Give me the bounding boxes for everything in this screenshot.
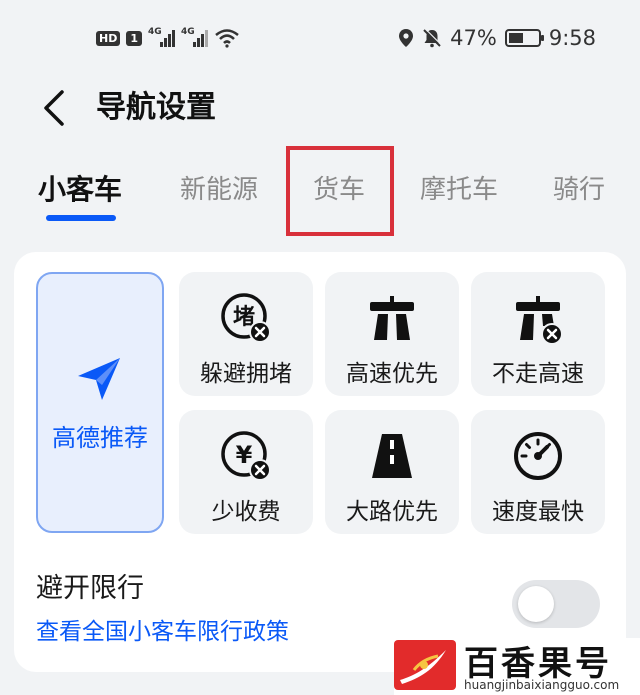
main-road-icon (372, 434, 412, 478)
network-type-label: 4G (148, 27, 162, 37)
option-label: 少收费 (211, 499, 281, 525)
option-label: 躲避拥堵 (200, 361, 292, 387)
avoid-restriction-toggle[interactable] (512, 580, 600, 628)
annotation-highlight-box (286, 146, 394, 236)
watermark-url: huangjinbaixiangguo.com (464, 678, 620, 692)
network-type-label: 4G (181, 27, 195, 37)
restriction-policy-link[interactable]: 查看全国小客车限行政策 (36, 612, 289, 646)
option-highway-first[interactable]: 高速优先 (325, 272, 459, 396)
option-label: 高德推荐 (52, 424, 148, 452)
signal-icon: 4G (181, 27, 208, 47)
speedometer-icon (514, 432, 562, 480)
watermark-logo (394, 640, 456, 690)
highway-icon (370, 296, 414, 340)
battery-icon (504, 29, 544, 47)
option-amap-recommended[interactable]: 高德推荐 (36, 272, 164, 533)
no-toll-icon: ¥ (221, 431, 271, 481)
sim-badge: 1 (126, 30, 142, 46)
hd-badge: HD (96, 30, 121, 46)
toggle-knob (518, 586, 554, 622)
tab-motorcycle[interactable]: 摩托车 (420, 170, 498, 210)
svg-text:¥: ¥ (236, 441, 253, 469)
status-bar: HD 1 4G 4G 47% 9:58 (0, 0, 640, 80)
location-icon (399, 29, 414, 47)
option-label: 速度最快 (492, 499, 584, 525)
traffic-jam-icon: 堵 (221, 293, 271, 343)
watermark: 百香果号 huangjinbaixiangguo.com (394, 638, 640, 695)
tab-car[interactable]: 小客车 (38, 170, 122, 210)
tab-cycling[interactable]: 骑行 (553, 170, 605, 210)
paper-plane-icon (78, 358, 120, 400)
option-avoid-congestion[interactable]: 堵 躲避拥堵 (179, 272, 313, 396)
clock: 9:58 (548, 26, 596, 50)
wifi-icon (215, 29, 239, 48)
option-main-road-first[interactable]: 大路优先 (325, 410, 459, 534)
status-bar-left: HD 1 4G 4G (96, 27, 240, 48)
battery-percent: 47% (450, 26, 497, 50)
avoid-restriction-title: 避开限行 (36, 573, 144, 604)
back-button[interactable] (36, 86, 80, 130)
page-title: 导航设置 (96, 90, 216, 125)
option-avoid-highway[interactable]: 不走高速 (471, 272, 605, 396)
tab-new-energy[interactable]: 新能源 (180, 170, 258, 210)
mute-bell-icon (423, 28, 442, 48)
option-less-toll[interactable]: ¥ 少收费 (179, 410, 313, 534)
no-highway-icon (516, 296, 563, 345)
active-tab-indicator (46, 215, 116, 221)
option-fastest[interactable]: 速度最快 (471, 410, 605, 534)
option-label: 大路优先 (346, 499, 438, 525)
status-bar-right: 47% 9:58 (398, 26, 596, 50)
option-label: 不走高速 (492, 361, 584, 387)
signal-icon: 4G (148, 27, 175, 47)
option-label: 高速优先 (346, 361, 438, 387)
chevron-left-icon (44, 90, 64, 126)
